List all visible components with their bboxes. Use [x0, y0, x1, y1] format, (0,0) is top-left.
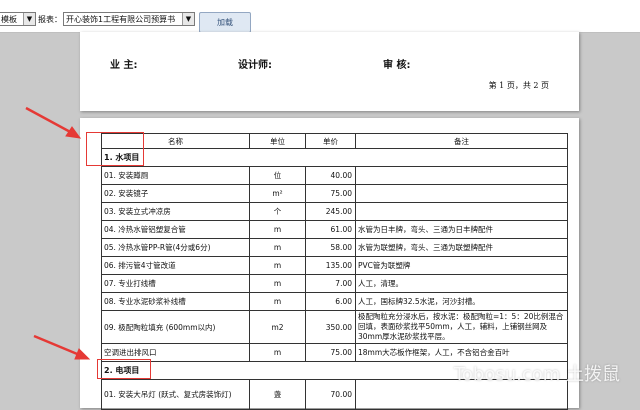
section-row-water: 1. 水项目 — [101, 148, 568, 167]
table-row: 09. 极配陶粒填充 (600mm以内) m2 350.00 极配陶粒充分浸水后… — [101, 310, 568, 344]
page-number: 第 1 页，共 2 页 — [488, 81, 549, 90]
cell-name: 07. 专业打线槽 — [101, 274, 250, 293]
report-select[interactable]: 开心装饰1工程有限公司预算书 ▼ — [63, 12, 195, 26]
cell-unit: 个 — [249, 202, 306, 221]
cell-unit: m² — [249, 184, 306, 203]
report-select-value: 开心装饰1工程有限公司预算书 — [66, 15, 176, 24]
cell-note: 人工，清理。 — [355, 274, 568, 293]
table-row: 06. 排污管4寸管改道 m 135.00 PVC管为联塑牌 — [101, 256, 568, 275]
cell-unit: m — [249, 292, 306, 311]
table-header: 名称 单位 单价 备注 — [101, 133, 568, 149]
cell-price: 75.00 — [305, 343, 356, 362]
cell-price: 135.00 — [305, 256, 356, 275]
reviewer-label: 审 核: — [383, 60, 411, 71]
cell-name: 08. 专业水泥砂浆补线槽 — [101, 292, 250, 311]
table-row: 01. 安装蹲厕 位 40.00 — [101, 166, 568, 185]
designer-label: 设计师: — [238, 60, 272, 71]
cell-price: 350.00 — [305, 310, 356, 344]
table-row: 04. 冷热水管铝塑复合管 m 61.00 水管为日丰牌，弯头、三通为日丰牌配件 — [101, 220, 568, 239]
cell-note: 水管为日丰牌，弯头、三通为日丰牌配件 — [355, 220, 568, 239]
cell-note: 人工，国标牌32.5水泥，河沙封槽。 — [355, 292, 568, 311]
chevron-down-icon: ▼ — [182, 13, 194, 25]
cell-name: 01. 安装大吊灯 (跃式、复式房装饰灯) — [101, 379, 250, 410]
cell-note: 水管为联塑牌，弯头、三通为联塑牌配件 — [355, 238, 568, 257]
table-row: 03. 安装立式冲凉房 个 245.00 — [101, 202, 568, 221]
cell-name: 01. 安装蹲厕 — [101, 166, 250, 185]
cell-name: 02. 安装镜子 — [101, 184, 250, 203]
cell-price: 61.00 — [305, 220, 356, 239]
load-button[interactable]: 加载 — [199, 12, 251, 33]
page-1: 业 主: 设计师: 审 核: 第 1 页，共 2 页 — [80, 32, 579, 111]
cell-name: 06. 排污管4寸管改道 — [101, 256, 250, 275]
arrow-line — [25, 106, 75, 136]
cell-name: 09. 极配陶粒填充 (600mm以内) — [101, 310, 250, 344]
cell-price: 7.00 — [305, 274, 356, 293]
cell-price: 75.00 — [305, 184, 356, 203]
template-select-value: 模板 — [1, 15, 17, 24]
arrow-line — [33, 334, 83, 358]
cell-note: 极配陶粒充分浸水后，按水泥：极配陶粒=1：5：20比例混合回填，表面砂浆找平50… — [355, 310, 568, 344]
report-label: 报表： — [38, 15, 62, 24]
header-price: 单价 — [305, 133, 356, 149]
cell-unit: m — [249, 238, 306, 257]
cell-unit: 位 — [249, 166, 306, 185]
toolbar: 模板 ▼ 报表： 开心装饰1工程有限公司预算书 ▼ 加载 — [0, 0, 640, 33]
chevron-down-icon: ▼ — [23, 13, 35, 25]
table-row: 07. 专业打线槽 m 7.00 人工，清理。 — [101, 274, 568, 293]
cell-name: 05. 冷热水管PP-R管(4分或6分) — [101, 238, 250, 257]
table-row: 空调进出排风口 m 75.00 18mm大芯板作框架，人工，不含铝合金百叶 — [101, 343, 568, 362]
table-row: 05. 冷热水管PP-R管(4分或6分) m 58.00 水管为联塑牌，弯头、三… — [101, 238, 568, 257]
cell-name: 03. 安装立式冲凉房 — [101, 202, 250, 221]
highlight-box-water — [86, 132, 144, 166]
arrow-head-icon — [65, 126, 82, 139]
cell-unit: m — [249, 274, 306, 293]
cell-unit: m — [249, 343, 306, 362]
header-note: 备注 — [355, 133, 568, 149]
section-title: 1. 水项目 — [101, 148, 568, 167]
cell-name: 04. 冷热水管铝塑复合管 — [101, 220, 250, 239]
template-select[interactable]: 模板 ▼ — [0, 12, 36, 26]
cell-price: 40.00 — [305, 166, 356, 185]
cell-note: 18mm大芯板作框架，人工，不含铝合金百叶 — [355, 343, 568, 362]
table-row: 02. 安装镜子 m² 75.00 — [101, 184, 568, 203]
watermark: Tobosu.com 土拨鼠 — [453, 364, 620, 385]
cell-unit: 盏 — [249, 379, 306, 410]
cell-price: 245.00 — [305, 202, 356, 221]
cell-note — [355, 166, 568, 185]
table-row: 08. 专业水泥砂浆补线槽 m 6.00 人工，国标牌32.5水泥，河沙封槽。 — [101, 292, 568, 311]
cell-note: PVC管为联塑牌 — [355, 256, 568, 275]
cell-price: 58.00 — [305, 238, 356, 257]
cell-price: 70.00 — [305, 379, 356, 410]
cell-unit: m — [249, 220, 306, 239]
header-unit: 单位 — [249, 133, 306, 149]
cell-note — [355, 184, 568, 203]
cell-unit: m2 — [249, 310, 306, 344]
cell-price: 6.00 — [305, 292, 356, 311]
cell-unit: m — [249, 256, 306, 275]
cell-note — [355, 202, 568, 221]
owner-label: 业 主: — [110, 60, 138, 71]
highlight-box-electric — [97, 359, 151, 379]
